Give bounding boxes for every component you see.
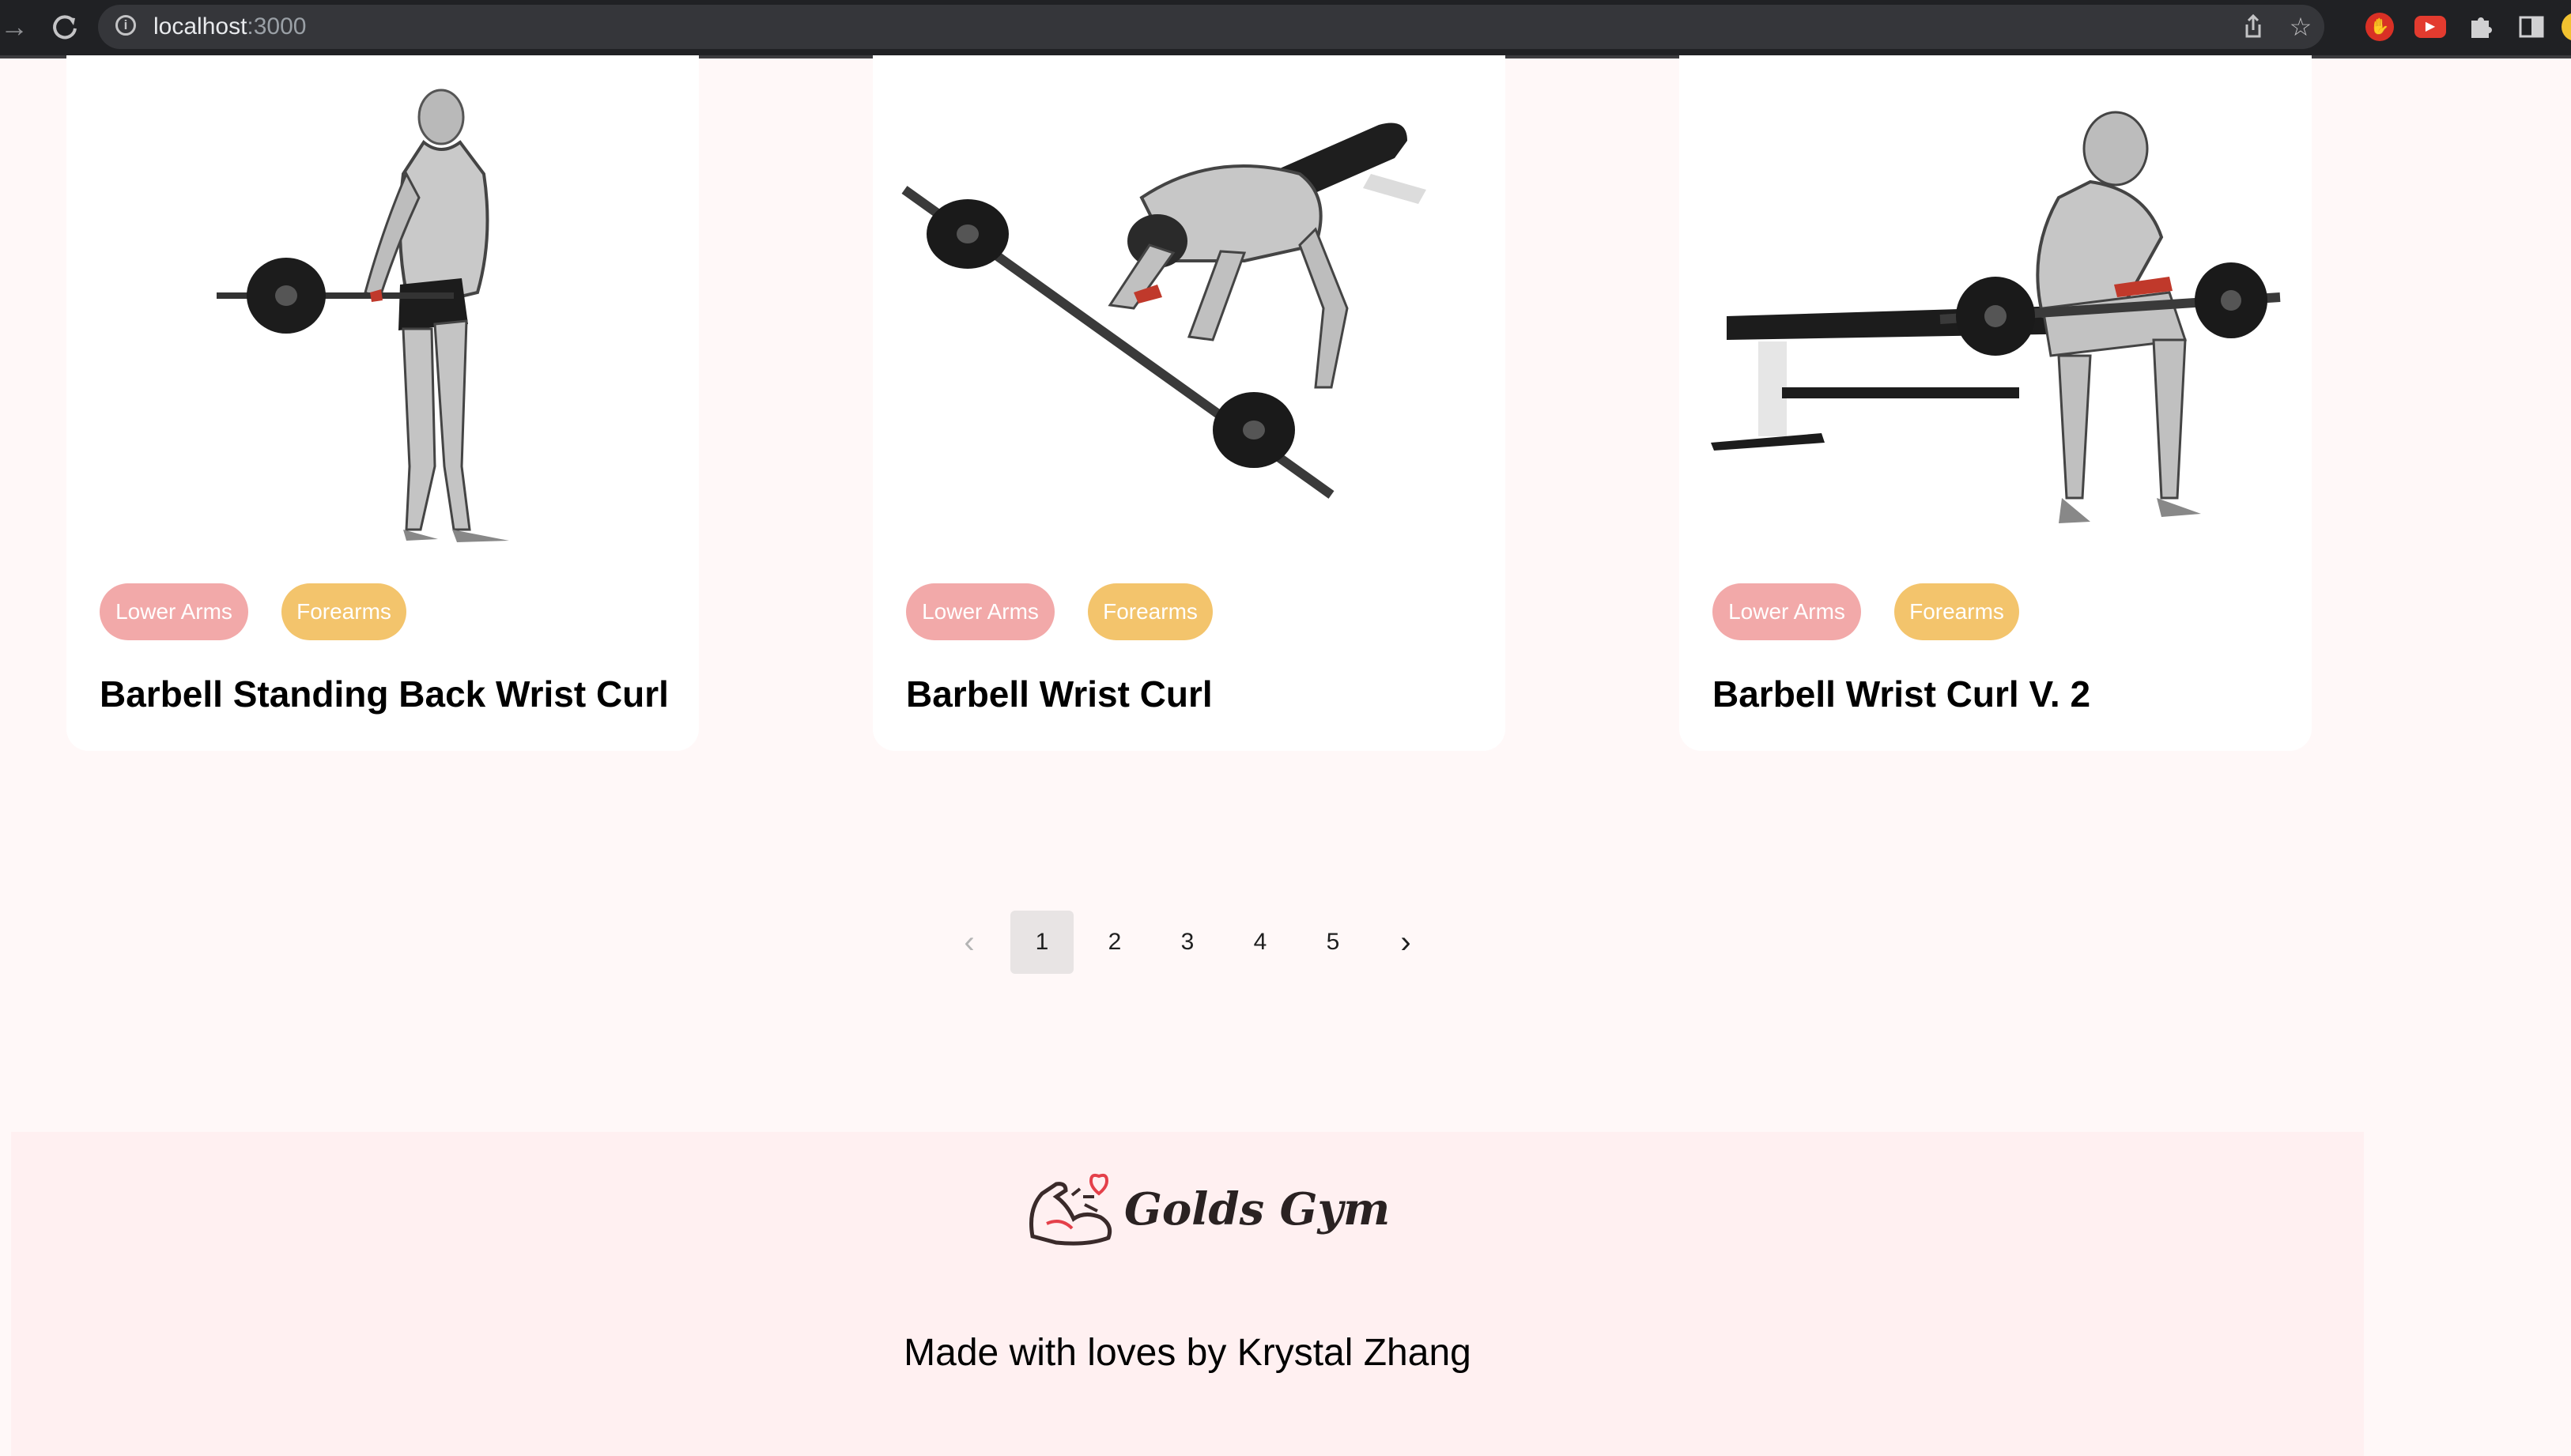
- star-icon[interactable]: ☆: [2285, 11, 2316, 43]
- target-muscle-tag[interactable]: Forearms: [281, 583, 406, 640]
- forward-icon[interactable]: →: [0, 8, 33, 46]
- body-part-tag[interactable]: Lower Arms: [100, 583, 248, 640]
- browser-toolbar: → i localhost:3000 ☆ ✋ ▶: [0, 0, 2571, 58]
- exercise-image: [1711, 111, 2281, 523]
- url-host: localhost: [153, 13, 247, 40]
- target-muscle-tag[interactable]: Forearms: [1088, 583, 1213, 640]
- previous-page-button[interactable]: ‹: [938, 911, 1001, 974]
- address-bar[interactable]: i localhost:3000 ☆: [98, 5, 2324, 49]
- extension-red-icon[interactable]: ✋: [2365, 13, 2394, 41]
- footer-credit: Made with loves by Krystal Zhang: [904, 1332, 1471, 1374]
- page-button-5[interactable]: 5: [1301, 911, 1365, 974]
- info-icon[interactable]: i: [115, 15, 136, 36]
- reload-icon[interactable]: [46, 8, 84, 46]
- page-button-2[interactable]: 2: [1083, 911, 1146, 974]
- flexed-arm-logo-icon: [1029, 1173, 1112, 1246]
- share-icon[interactable]: [2237, 11, 2269, 43]
- extension-youtube-icon[interactable]: ▶: [2414, 16, 2446, 38]
- exercise-image: [217, 89, 509, 542]
- page-button-1[interactable]: 1: [1010, 911, 1074, 974]
- exercise-card[interactable]: Lower Arms Forearms Barbell Wrist Curl: [873, 55, 1505, 751]
- puzzle-icon[interactable]: [2463, 9, 2498, 44]
- page-button-3[interactable]: 3: [1156, 911, 1219, 974]
- pagination: ‹ 1 2 3 4 5 ›: [0, 907, 2571, 974]
- page-button-4[interactable]: 4: [1229, 911, 1292, 974]
- exercise-title: Barbell Standing Back Wrist Curl: [100, 673, 669, 715]
- exercise-card[interactable]: Lower Arms Forearms Barbell Standing Bac…: [66, 55, 699, 751]
- body-part-tag[interactable]: Lower Arms: [1712, 583, 1861, 640]
- exercise-title: Barbell Wrist Curl V. 2: [1712, 673, 2091, 715]
- url-port: :3000: [247, 13, 307, 40]
- profile-icon[interactable]: [2562, 13, 2571, 41]
- target-muscle-tag[interactable]: Forearms: [1894, 583, 2019, 640]
- exercise-image: [901, 123, 1426, 499]
- sidebar-icon[interactable]: [2514, 9, 2549, 44]
- body-part-tag[interactable]: Lower Arms: [906, 583, 1055, 640]
- footer-brand: Golds Gym: [1124, 1183, 1391, 1235]
- exercise-title: Barbell Wrist Curl: [906, 673, 1213, 715]
- exercise-card[interactable]: Lower Arms Forearms Barbell Wrist Curl V…: [1679, 55, 2312, 751]
- footer: Golds Gym Made with loves by Krystal Zha…: [11, 1132, 2364, 1456]
- url-text[interactable]: localhost:3000: [153, 13, 306, 40]
- next-page-button[interactable]: ›: [1374, 911, 1437, 974]
